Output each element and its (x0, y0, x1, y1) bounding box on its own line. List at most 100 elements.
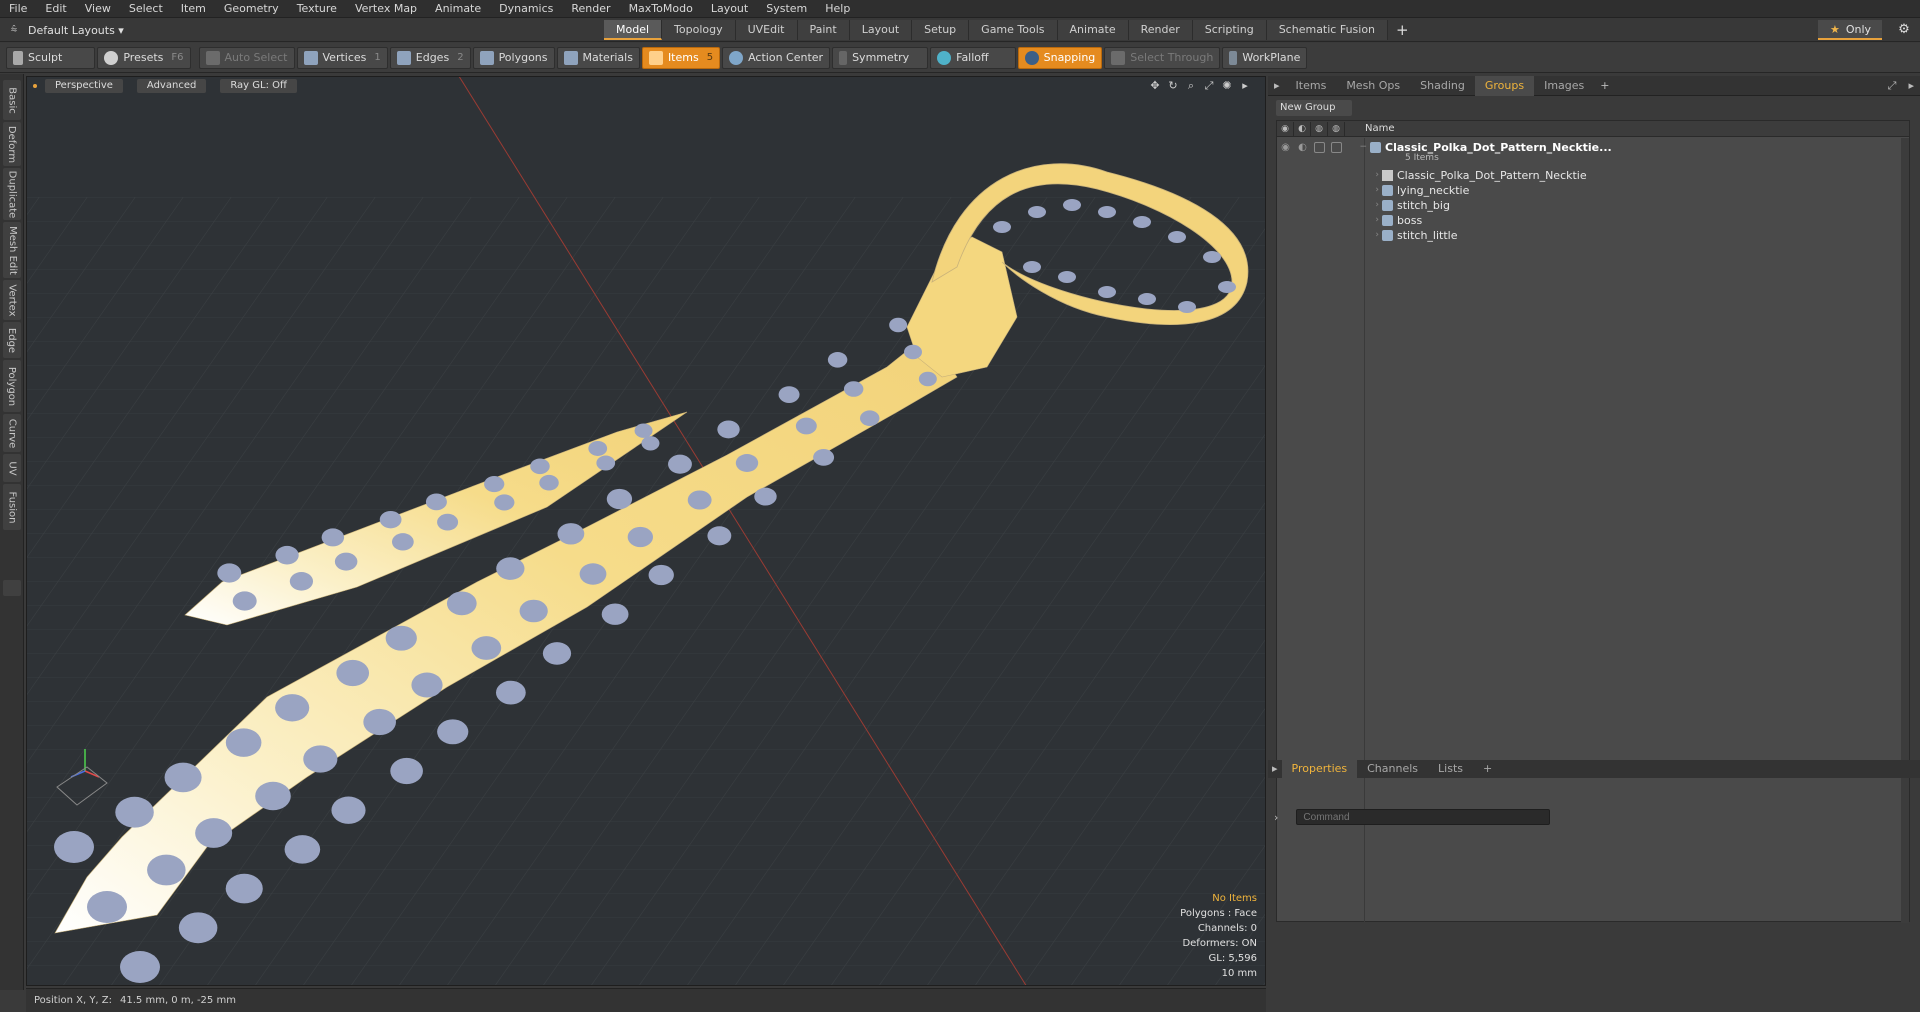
add-bottom-tab-icon[interactable]: + (1473, 760, 1502, 778)
panel-menu-icon[interactable]: ▸ (1902, 79, 1920, 92)
new-group-button[interactable]: New Group (1276, 100, 1352, 116)
command-input[interactable] (1296, 809, 1551, 825)
tab-layout[interactable]: Layout (849, 20, 913, 40)
maximize-icon[interactable]: ⤢ (1882, 79, 1903, 93)
menu-maxtomodo[interactable]: MaxToModo (620, 0, 702, 18)
action-center-button[interactable]: Action Center (722, 46, 831, 69)
more-arrow-icon[interactable]: ▸ (1237, 79, 1253, 93)
lefttab-curve[interactable]: Curve (3, 414, 21, 452)
add-tab-icon[interactable]: + (1388, 20, 1417, 40)
tab-uvedit[interactable]: UVEdit (735, 20, 798, 40)
groups-list[interactable]: ◉ ◐ ◍ ◍ Name ◉ ◐ − Classic_Polka_Dot_Pat… (1276, 120, 1910, 923)
tab-model[interactable]: Model (604, 20, 663, 40)
select-through-button[interactable]: Select Through (1104, 46, 1221, 69)
tab-mesh-ops[interactable]: Mesh Ops (1336, 76, 1410, 96)
layout-collapse-icon[interactable]: ⩯ (0, 23, 28, 37)
lefttab-basic[interactable]: Basic (3, 80, 21, 120)
falloff-button[interactable]: Falloff (930, 46, 1016, 69)
lefttab-vertex[interactable]: Vertex (3, 280, 21, 320)
rotate-icon[interactable]: ↻ (1165, 79, 1181, 93)
tab-topology[interactable]: Topology (662, 20, 736, 40)
group-item-row[interactable]: › stitch_little (1277, 226, 1909, 244)
visibility-column-icon[interactable]: ◉ (1277, 121, 1294, 136)
menu-geometry[interactable]: Geometry (215, 0, 288, 18)
menu-select[interactable]: Select (120, 0, 172, 18)
symmetry-button[interactable]: Symmetry (832, 46, 929, 69)
menu-view[interactable]: View (76, 0, 120, 18)
menu-system[interactable]: System (757, 0, 816, 18)
lefttab-fusion[interactable]: Fusion (3, 484, 21, 530)
eye-icon[interactable]: ◉ (1277, 142, 1294, 153)
tab-setup[interactable]: Setup (912, 20, 970, 40)
pan-icon[interactable]: ✥ (1147, 79, 1163, 93)
viewport-scene[interactable] (27, 77, 1266, 986)
lefttab-polygon[interactable]: Polygon (3, 360, 21, 412)
zoom-icon[interactable]: ⌕ (1183, 79, 1199, 93)
menu-help[interactable]: Help (816, 0, 859, 18)
tab-game-tools[interactable]: Game Tools (969, 20, 1058, 40)
snapping-button[interactable]: Snapping (1017, 46, 1103, 69)
polka-dot (147, 854, 186, 886)
menu-animate[interactable]: Animate (426, 0, 490, 18)
perspective-button[interactable]: Perspective (45, 79, 123, 93)
tab-paint[interactable]: Paint (797, 20, 850, 40)
tab-animate[interactable]: Animate (1057, 20, 1129, 40)
gear-icon[interactable]: ⚙ (1892, 20, 1916, 40)
tab-groups[interactable]: Groups (1474, 75, 1535, 96)
lock-icon[interactable]: ◐ (1294, 142, 1311, 153)
add-panel-tab-icon[interactable]: + (1594, 79, 1615, 92)
tab-lists[interactable]: Lists (1428, 760, 1473, 778)
info-deformers: Deformers: ON (1182, 938, 1257, 949)
advanced-button[interactable]: Advanced (136, 79, 207, 93)
settings-icon[interactable]: ✺ (1219, 79, 1235, 93)
lefttab-edge[interactable]: Edge (3, 322, 21, 358)
workplane-button[interactable]: WorkPlane (1222, 46, 1308, 69)
polka-dot (889, 317, 908, 333)
lefttab-duplicate[interactable]: Duplicate (3, 168, 21, 220)
only-button[interactable]: ★ Only (1818, 20, 1882, 40)
fit-icon[interactable]: ⤢ (1201, 79, 1217, 93)
tab-schematic-fusion[interactable]: Schematic Fusion (1266, 20, 1389, 40)
presets-button[interactable]: Presets F6 (97, 46, 191, 69)
tab-scripting[interactable]: Scripting (1192, 20, 1267, 40)
bottom-panel-arrow-icon[interactable]: ▸ (1268, 760, 1282, 778)
auto-select-button[interactable]: Auto Select (198, 46, 295, 69)
lock-column-icon[interactable]: ◐ (1294, 121, 1311, 136)
menu-dynamics[interactable]: Dynamics (490, 0, 562, 18)
render-column-icon[interactable]: ◍ (1311, 121, 1328, 136)
collapse-icon[interactable]: − (1345, 142, 1367, 152)
lefttab-toggle[interactable] (3, 580, 21, 596)
menu-render[interactable]: Render (562, 0, 619, 18)
menu-texture[interactable]: Texture (288, 0, 346, 18)
name-column-header[interactable]: Name (1365, 123, 1395, 134)
vertices-button[interactable]: Vertices 1 (296, 46, 388, 69)
menu-edit[interactable]: Edit (36, 0, 75, 18)
polka-dot (627, 526, 653, 548)
menu-vertex-map[interactable]: Vertex Map (346, 0, 426, 18)
raygl-button[interactable]: Ray GL: Off (220, 79, 297, 93)
select-checkbox[interactable] (1331, 141, 1342, 153)
items-button[interactable]: Items 5 (641, 46, 721, 69)
tab-properties[interactable]: Properties (1281, 760, 1358, 778)
render-checkbox[interactable] (1314, 141, 1325, 153)
lefttab-mesh-edit[interactable]: Mesh Edit (3, 222, 21, 278)
layout-selector[interactable]: ⩯ Default Layouts ▾ (0, 18, 124, 42)
tab-images[interactable]: Images (1534, 76, 1594, 96)
menu-layout[interactable]: Layout (702, 0, 757, 18)
tab-items[interactable]: Items (1286, 76, 1337, 96)
edges-button[interactable]: Edges 2 (389, 46, 471, 69)
menu-item[interactable]: Item (172, 0, 215, 18)
materials-button[interactable]: Materials (556, 46, 640, 69)
select-column-icon[interactable]: ◍ (1328, 121, 1345, 136)
lefttab-deform[interactable]: Deform (3, 122, 21, 166)
lefttab-uv[interactable]: UV (3, 454, 21, 482)
3d-viewport[interactable]: Perspective Advanced Ray GL: Off ✥ ↻ ⌕ ⤢… (26, 76, 1266, 986)
panel-arrow-icon[interactable]: ▸ (1268, 79, 1286, 92)
tab-render[interactable]: Render (1128, 20, 1193, 40)
tab-channels[interactable]: Channels (1357, 760, 1428, 778)
polygons-button[interactable]: Polygons (472, 46, 555, 69)
sculpt-button[interactable]: Sculpt (6, 46, 96, 69)
menu-file[interactable]: File (0, 0, 36, 18)
tab-shading[interactable]: Shading (1410, 76, 1475, 96)
layout-label[interactable]: Default Layouts ▾ (28, 24, 124, 37)
